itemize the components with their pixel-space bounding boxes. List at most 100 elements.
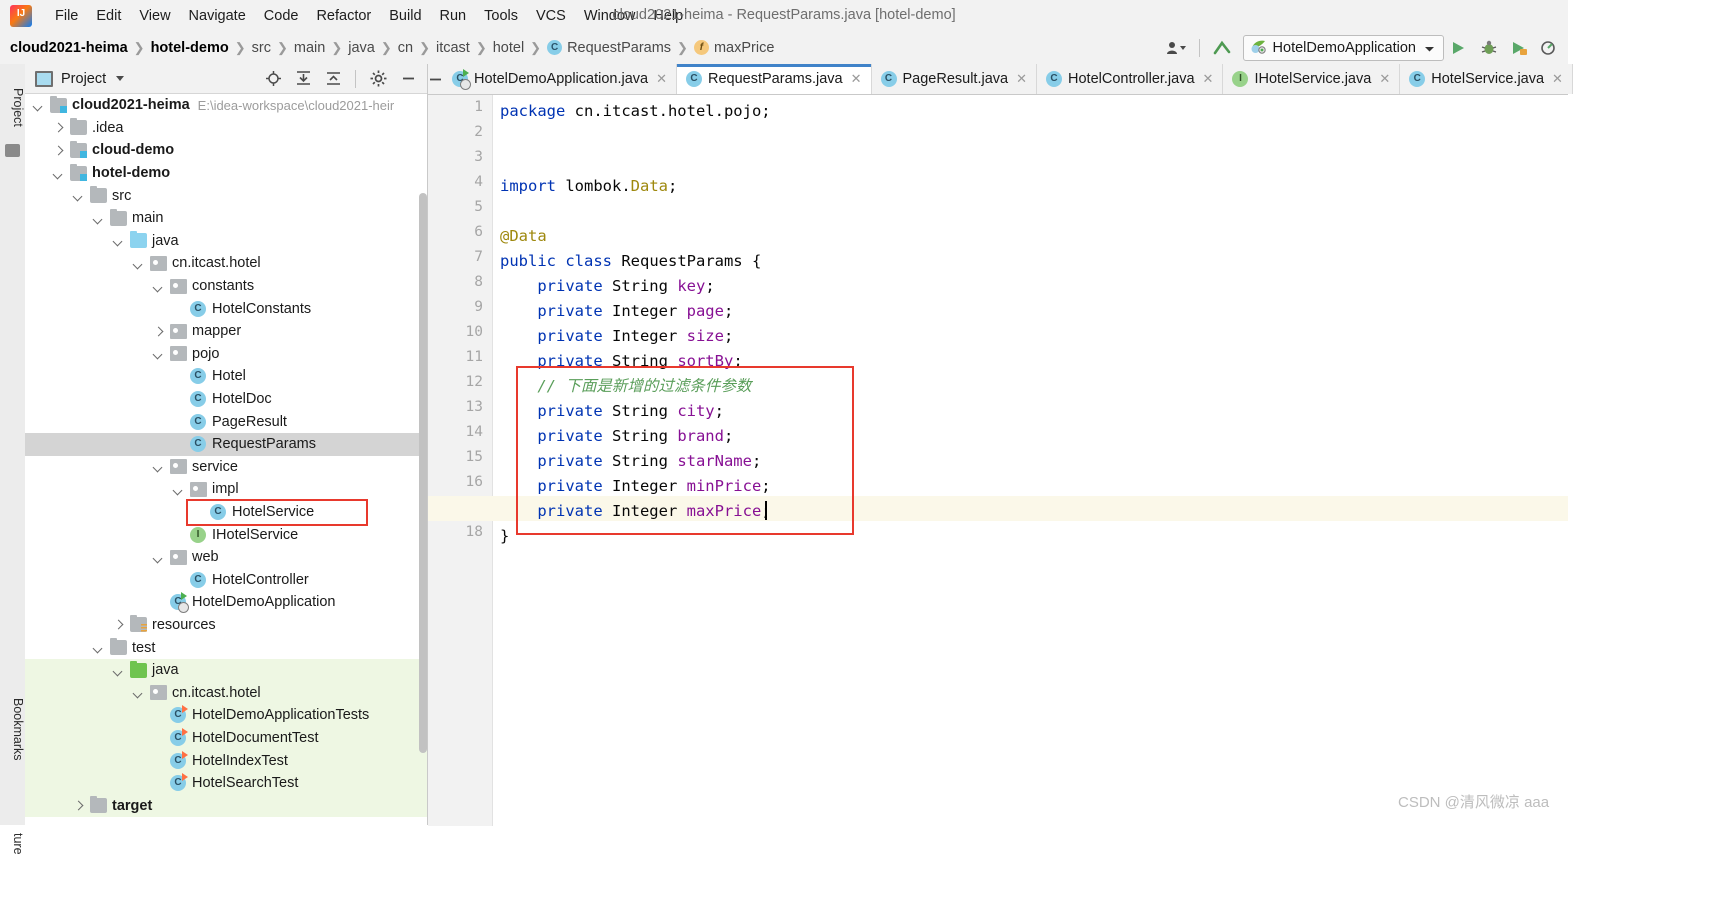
menu-item-code[interactable]: Code [255, 5, 308, 27]
tree-row-hotel[interactable]: C Hotel [25, 365, 427, 388]
chevron-down-icon[interactable] [153, 461, 164, 472]
chevron-down-icon[interactable] [53, 168, 64, 179]
breadcrumb-item-itcast[interactable]: itcast [436, 40, 470, 56]
code-line-1[interactable]: package cn.itcast.hotel.pojo; [500, 99, 771, 124]
menu-item-tools[interactable]: Tools [475, 5, 527, 27]
tree-row-hoteldemoapplicationtests[interactable]: C HotelDemoApplicationTests [25, 704, 427, 727]
run-with-coverage-button[interactable] [1504, 35, 1534, 61]
breadcrumb-item-java[interactable]: java [348, 40, 375, 56]
chevron-right-icon[interactable] [73, 800, 84, 811]
tree-row-pojo[interactable]: pojo [25, 343, 427, 366]
code-line-4[interactable]: import lombok.Data; [500, 174, 677, 199]
editor-tab-ihotelservice-java[interactable]: I IHotelService.java ✕ [1223, 64, 1401, 94]
debug-button[interactable] [1474, 35, 1504, 61]
tool-window-button-bookmarks[interactable]: Bookmarks [0, 684, 25, 774]
close-icon[interactable]: ✕ [1379, 71, 1390, 87]
tree-row-service[interactable]: service [25, 456, 427, 479]
tree-row-impl[interactable]: impl [25, 478, 427, 501]
editor-tab-pageresult-java[interactable]: C PageResult.java ✕ [871, 64, 1037, 94]
menu-item-view[interactable]: View [130, 5, 179, 27]
tool-window-button-structure[interactable]: ture [0, 804, 25, 884]
tree-row-hotelconstants[interactable]: C HotelConstants [25, 297, 427, 320]
close-icon[interactable]: ✕ [1016, 71, 1027, 87]
breadcrumb-item-hotel[interactable]: hotel [493, 40, 524, 56]
code-line-17[interactable]: private Integer maxPrice; [500, 499, 770, 524]
code-line-11[interactable]: private String sortBy; [500, 349, 742, 374]
chevron-down-icon[interactable] [113, 235, 124, 246]
chevron-down-icon[interactable] [93, 213, 104, 224]
gear-icon[interactable] [363, 66, 393, 92]
project-tree[interactable]: cloud2021-heima E:\idea-workspace\cloud20… [25, 94, 427, 826]
menu-item-build[interactable]: Build [380, 5, 430, 27]
code-line-13[interactable]: private String city; [500, 399, 724, 424]
close-icon[interactable]: ✕ [851, 71, 862, 87]
code-line-18[interactable]: } [500, 524, 509, 549]
tree-row-hotel-demo[interactable]: hotel-demo [25, 162, 427, 185]
tree-row-hotelindextest[interactable]: C HotelIndexTest [25, 749, 427, 772]
code-line-7[interactable]: public class RequestParams { [500, 249, 761, 274]
close-icon[interactable]: ✕ [1203, 71, 1214, 87]
tree-row-cloud2021-heima[interactable]: cloud2021-heima E:\idea-workspace\cloud20… [25, 94, 427, 117]
menu-item-help[interactable]: Help [644, 5, 692, 27]
tree-row-ihotelservice[interactable]: I IHotelService [25, 523, 427, 546]
editor-tab-hotelcontroller-java[interactable]: C HotelController.java ✕ [1037, 64, 1224, 94]
breadcrumb-item-src[interactable]: src [252, 40, 271, 56]
chevron-down-icon[interactable] [173, 484, 184, 495]
tree-row-hotelsearchtest[interactable]: C HotelSearchTest [25, 771, 427, 795]
chevron-down-icon[interactable] [153, 281, 164, 292]
run-button[interactable] [1444, 35, 1474, 61]
code-line-10[interactable]: private Integer size; [500, 324, 733, 349]
tree-row-hoteldoc[interactable]: C HotelDoc [25, 388, 427, 411]
tree-row-cn-itcast-hotel[interactable]: cn.itcast.hotel [25, 681, 427, 705]
code-line-8[interactable]: private String key; [500, 274, 714, 299]
chevron-down-icon[interactable] [153, 348, 164, 359]
tree-row-pageresult[interactable]: C PageResult [25, 410, 427, 433]
tree-row-web[interactable]: web [25, 546, 427, 569]
tree-row-src[interactable]: src [25, 184, 427, 207]
tree-row-target[interactable]: target [25, 794, 427, 817]
chevron-right-icon[interactable] [53, 122, 64, 133]
tree-row-cloud-demo[interactable]: cloud-demo [25, 139, 427, 162]
chevron-down-icon[interactable] [93, 642, 104, 653]
close-icon[interactable]: ✕ [1552, 71, 1563, 87]
tree-row-hotelservice[interactable]: C HotelService [25, 501, 427, 524]
code-editor[interactable]: 123456789101112131415161718 package cn.i… [428, 95, 1568, 826]
chevron-right-icon[interactable] [153, 326, 164, 337]
tree-row-java[interactable]: java [25, 658, 427, 682]
tree-row-hoteldocumenttest[interactable]: C HotelDocumentTest [25, 726, 427, 750]
breadcrumb-item-module[interactable]: hotel-demo [151, 40, 229, 56]
chevron-down-icon[interactable] [133, 687, 144, 698]
menu-item-refactor[interactable]: Refactor [307, 5, 380, 27]
code-line-9[interactable]: private Integer page; [500, 299, 733, 324]
tool-window-button-project[interactable]: Project [0, 72, 25, 142]
locate-icon[interactable] [258, 66, 288, 92]
run-configuration-selector[interactable]: HotelDemoApplication [1242, 34, 1444, 61]
breadcrumb-item-class[interactable]: RequestParams [567, 40, 671, 56]
code-line-14[interactable]: private String brand; [500, 424, 733, 449]
chevron-down-icon[interactable] [113, 665, 124, 676]
tree-row-test[interactable]: test [25, 636, 427, 659]
menu-item-vcs[interactable]: VCS [527, 5, 575, 27]
chevron-right-icon[interactable] [53, 145, 64, 156]
chevron-down-icon[interactable] [133, 258, 144, 269]
chevron-down-icon[interactable] [116, 76, 125, 81]
menu-item-edit[interactable]: Edit [87, 5, 130, 27]
code-line-15[interactable]: private String starName; [500, 449, 761, 474]
tree-row-hoteldemoapplication[interactable]: C HotelDemoApplication [25, 591, 427, 614]
menu-item-run[interactable]: Run [431, 5, 476, 27]
chevron-right-icon[interactable] [113, 619, 124, 630]
collapse-all-icon[interactable] [318, 66, 348, 92]
chevron-down-icon[interactable] [33, 100, 44, 111]
hide-panel-icon[interactable] [393, 66, 423, 92]
project-window-icon[interactable] [5, 144, 20, 157]
chevron-down-icon[interactable] [153, 552, 164, 563]
breadcrumb-item-project[interactable]: cloud2021-heima [10, 40, 128, 56]
tree-row-mapper[interactable]: mapper [25, 320, 427, 343]
tree-row-main[interactable]: main [25, 207, 427, 230]
code-line-12[interactable]: // 下面是新增的过滤条件参数 [500, 374, 751, 399]
menu-item-navigate[interactable]: Navigate [180, 5, 255, 27]
tree-row-hotelcontroller[interactable]: C HotelController [25, 568, 427, 591]
editor-tab-hotelservice-java[interactable]: C HotelService.java ✕ [1400, 64, 1573, 94]
close-icon[interactable]: ✕ [656, 71, 667, 87]
tree-row-constants[interactable]: constants [25, 275, 427, 298]
